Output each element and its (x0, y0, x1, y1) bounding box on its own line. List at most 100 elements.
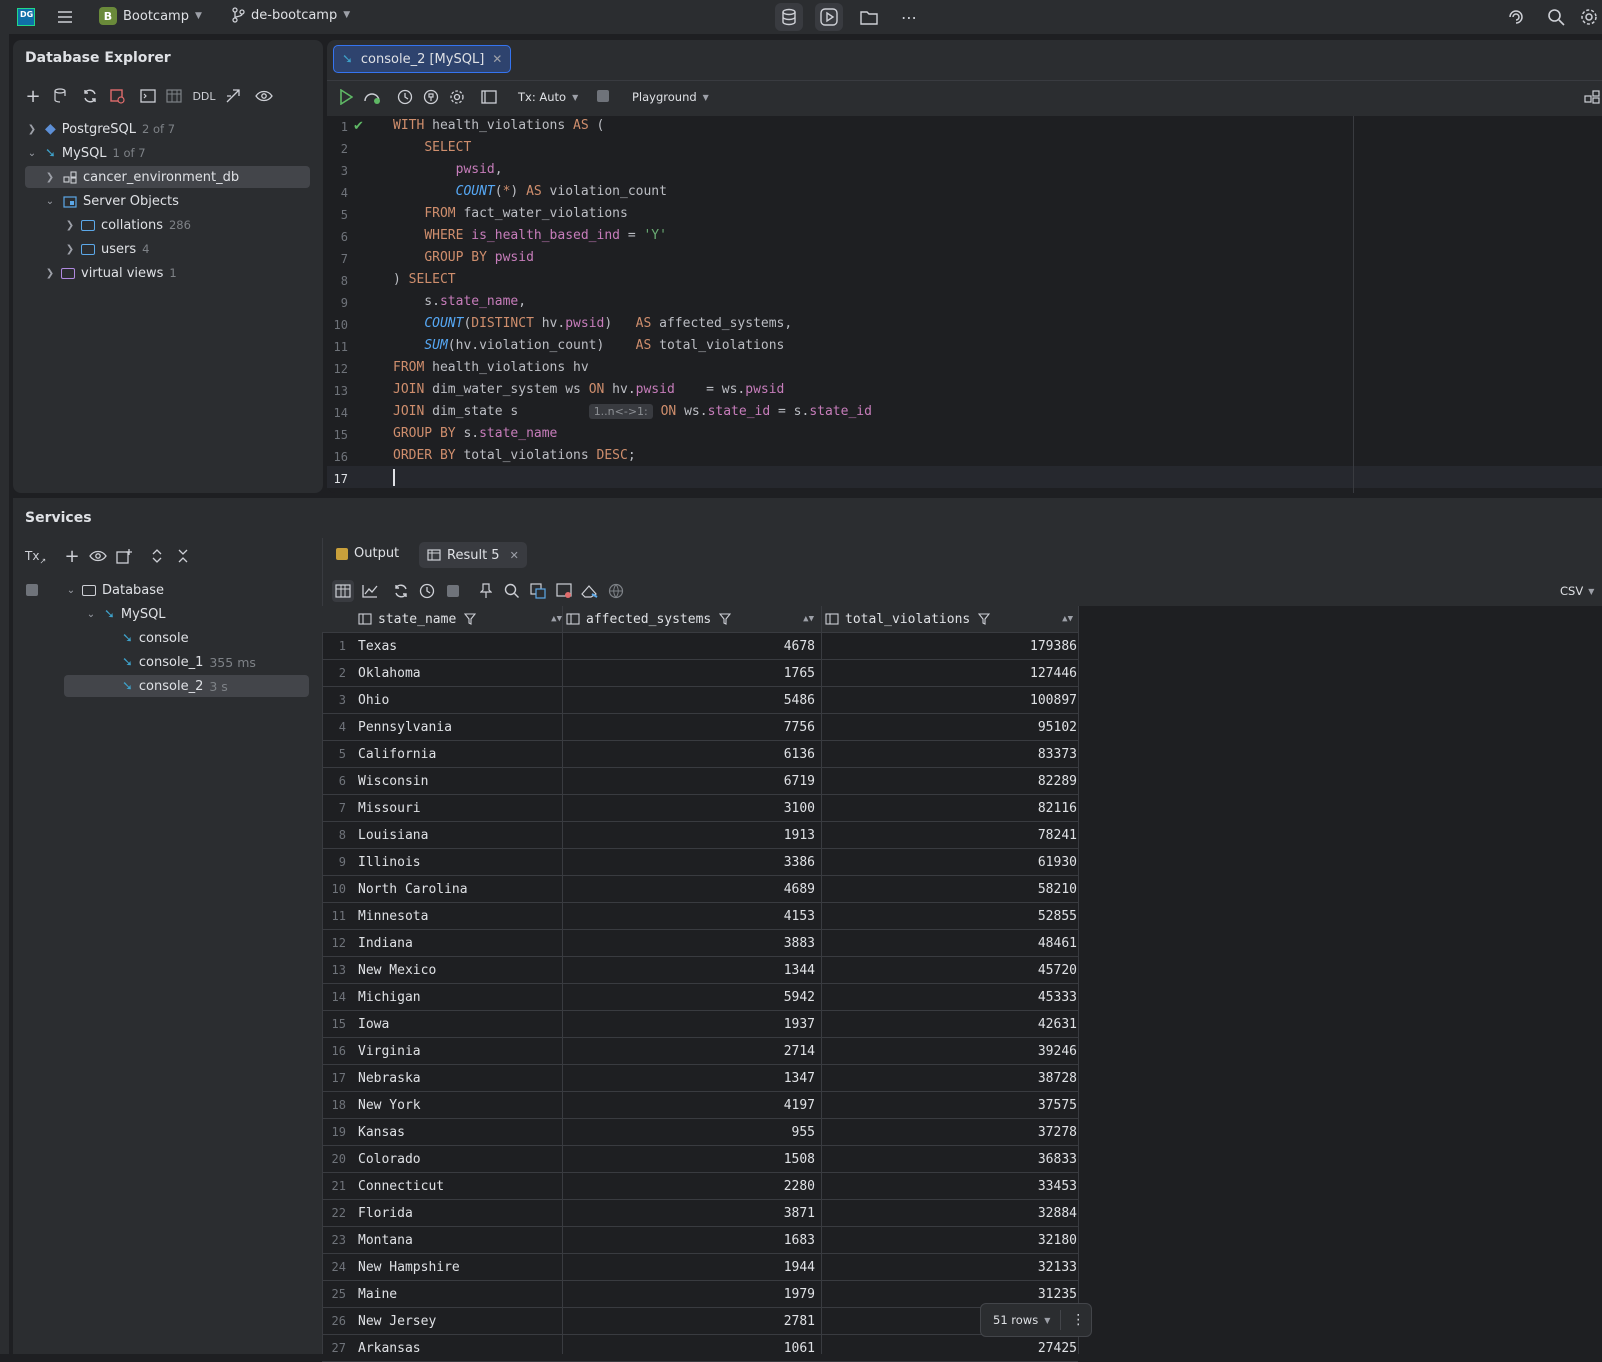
table-row[interactable]: 12 Indiana 3883 48461 (322, 930, 1078, 957)
run-services-icon[interactable] (815, 3, 843, 31)
search-icon[interactable] (502, 581, 522, 601)
tree-item-mysql[interactable]: ⌄ ➘ MySQL 1 of 7 (25, 142, 146, 164)
cell-affected-systems[interactable]: 1979 (562, 1287, 815, 1302)
cell-affected-systems[interactable]: 5486 (562, 693, 815, 708)
table-row[interactable]: 21 Connecticut 2280 33453 (322, 1173, 1078, 1200)
service-item-console-1[interactable]: ➘ console_1 355 ms (122, 651, 256, 673)
submit-changes-icon[interactable] (580, 581, 600, 601)
cell-state-name[interactable]: Colorado (358, 1152, 421, 1167)
cell-state-name[interactable]: Louisiana (358, 828, 428, 843)
table-view-button[interactable] (332, 580, 354, 602)
view-options-eye-icon[interactable] (254, 86, 274, 106)
filter-icon[interactable] (719, 613, 732, 625)
cell-affected-systems[interactable]: 1344 (562, 963, 815, 978)
transaction-mode-dropdown[interactable]: Tx: Auto ▼ (518, 90, 578, 104)
cell-state-name[interactable]: New York (358, 1098, 421, 1113)
table-row[interactable]: 14 Michigan 5942 45333 (322, 984, 1078, 1011)
cell-state-name[interactable]: Kansas (358, 1125, 405, 1140)
cell-total-violations[interactable]: 52855 (821, 909, 1077, 924)
cell-affected-systems[interactable]: 3871 (562, 1206, 815, 1221)
settings-gear-icon[interactable] (447, 87, 467, 107)
table-row[interactable]: 10 North Carolina 4689 58210 (322, 876, 1078, 903)
cell-affected-systems[interactable]: 6136 (562, 747, 815, 762)
compare-icon[interactable] (528, 581, 548, 601)
cell-state-name[interactable]: Connecticut (358, 1179, 444, 1194)
refresh-icon[interactable] (80, 86, 100, 106)
table-row[interactable]: 18 New York 4197 37575 (322, 1092, 1078, 1119)
cell-affected-systems[interactable]: 1944 (562, 1260, 815, 1275)
more-options-icon[interactable]: ⋯ (895, 3, 923, 31)
cell-total-violations[interactable]: 32180 (821, 1233, 1077, 1248)
table-row[interactable]: 25 Maine 1979 31235 (322, 1281, 1078, 1308)
cell-state-name[interactable]: Texas (358, 639, 397, 654)
stop-icon[interactable] (26, 584, 38, 596)
tree-item-cancer-environment-db[interactable]: ❯ cancer_environment_db (25, 166, 310, 188)
cell-affected-systems[interactable]: 1765 (562, 666, 815, 681)
cell-total-violations[interactable]: 33453 (821, 1179, 1077, 1194)
table-row[interactable]: 17 Nebraska 1347 38728 (322, 1065, 1078, 1092)
cell-affected-systems[interactable]: 4153 (562, 909, 815, 924)
schema-layout-icon[interactable] (1582, 87, 1602, 107)
cell-affected-systems[interactable]: 5942 (562, 990, 815, 1005)
close-icon[interactable]: ✕ (510, 549, 519, 562)
cell-affected-systems[interactable]: 3100 (562, 801, 815, 816)
ai-assistant-icon[interactable] (1502, 3, 1530, 31)
cell-affected-systems[interactable]: 1937 (562, 1017, 815, 1032)
view-eye-icon[interactable] (88, 546, 108, 566)
close-icon[interactable]: ✕ (492, 52, 502, 66)
execute-run-icon[interactable] (336, 87, 356, 107)
cell-state-name[interactable]: California (358, 747, 436, 762)
cell-total-violations[interactable]: 36833 (821, 1152, 1077, 1167)
cell-state-name[interactable]: Florida (358, 1206, 413, 1221)
row-count-label[interactable]: 51 rows (993, 1313, 1038, 1327)
table-row[interactable]: 5 California 6136 83373 (322, 741, 1078, 768)
tree-item-virtual-views[interactable]: ❯ virtual views 1 (25, 262, 177, 284)
tree-item-postgresql[interactable]: ❯ ◆ PostgreSQL 2 of 7 (25, 118, 175, 140)
explain-plan-icon[interactable] (362, 87, 382, 107)
cell-affected-systems[interactable]: 1347 (562, 1071, 815, 1086)
table-row[interactable]: 3 Ohio 5486 100897 (322, 687, 1078, 714)
cell-state-name[interactable]: North Carolina (358, 882, 468, 897)
edit-data-icon[interactable] (554, 581, 574, 601)
service-item-console-2[interactable]: ➘ console_2 3 s (64, 675, 309, 697)
column-header-total-violations[interactable]: total_violations ▲▼ (825, 606, 1073, 633)
globe-icon[interactable] (606, 581, 626, 601)
export-format-dropdown[interactable]: CSV ▼ (1560, 584, 1594, 598)
cell-state-name[interactable]: New Jersey (358, 1314, 436, 1329)
settings-gear-icon[interactable] (1578, 3, 1600, 31)
cell-affected-systems[interactable]: 6719 (562, 774, 815, 789)
table-row[interactable]: 15 Iowa 1937 42631 (322, 1011, 1078, 1038)
tab-output[interactable]: Output (336, 546, 399, 561)
table-row[interactable]: 2 Oklahoma 1765 127446 (322, 660, 1078, 687)
table-row[interactable]: 13 New Mexico 1344 45720 (322, 957, 1078, 984)
filter-icon[interactable] (464, 613, 477, 625)
service-item-mysql[interactable]: ⌄ ➘ MySQL (84, 603, 166, 625)
stop-icon[interactable] (597, 90, 609, 102)
database-tool-icon[interactable] (775, 3, 803, 31)
stop-icon[interactable] (447, 585, 459, 597)
cell-affected-systems[interactable]: 4689 (562, 882, 815, 897)
table-row[interactable]: 9 Illinois 3386 61930 (322, 849, 1078, 876)
main-menu-icon[interactable] (51, 3, 79, 31)
table-row[interactable]: 1 Texas 4678 179386 (322, 633, 1078, 660)
expand-all-icon[interactable] (147, 546, 167, 566)
tab-result-5[interactable]: Result 5 ✕ (419, 542, 527, 568)
cell-total-violations[interactable]: 179386 (821, 639, 1077, 654)
collapse-all-icon[interactable] (173, 546, 193, 566)
cell-total-violations[interactable]: 127446 (821, 666, 1077, 681)
table-row[interactable]: 27 Arkansas 1061 27425 (322, 1335, 1078, 1362)
transaction-icon[interactable]: Tx↗ (25, 549, 46, 565)
cell-state-name[interactable]: Maine (358, 1287, 397, 1302)
folder-icon[interactable] (855, 3, 883, 31)
table-row[interactable]: 22 Florida 3871 32884 (322, 1200, 1078, 1227)
cell-total-violations[interactable]: 61930 (821, 855, 1077, 870)
cell-state-name[interactable]: Missouri (358, 801, 421, 816)
column-header-state-name[interactable]: state_name ▲▼ (358, 606, 562, 633)
cell-affected-systems[interactable]: 1508 (562, 1152, 815, 1167)
history-clock-icon[interactable] (417, 581, 437, 601)
playground-dropdown[interactable]: Playground ▼ (632, 90, 709, 104)
more-vertical-icon[interactable]: ⋮ (1071, 1312, 1085, 1328)
cell-total-violations[interactable]: 42631 (821, 1017, 1077, 1032)
cell-affected-systems[interactable]: 4197 (562, 1098, 815, 1113)
cell-total-violations[interactable]: 48461 (821, 936, 1077, 951)
